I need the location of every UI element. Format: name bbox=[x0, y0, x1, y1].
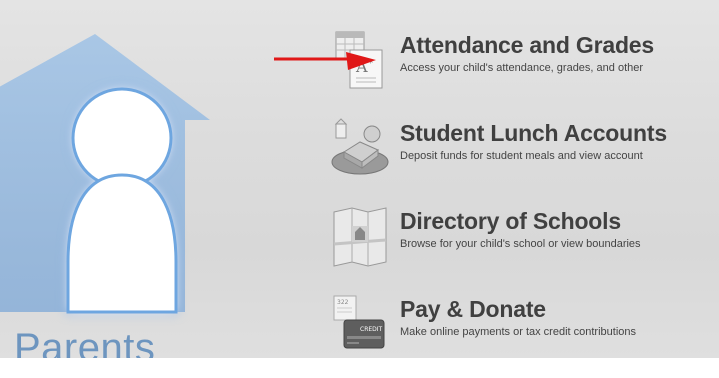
red-arrow-icon bbox=[274, 52, 376, 70]
parents-panel: Parents A * Attendance and Grades Access… bbox=[0, 0, 719, 358]
item-title[interactable]: Pay & Donate bbox=[400, 296, 546, 323]
card-label-text: CREDIT bbox=[360, 326, 383, 333]
receipt-number-text: 322 bbox=[337, 299, 349, 306]
item-title[interactable]: Attendance and Grades bbox=[400, 32, 654, 59]
menu-item-pay-donate[interactable]: 322 CREDIT Pay & Donate Make online paym… bbox=[330, 294, 719, 358]
item-description: Make online payments or tax credit contr… bbox=[400, 326, 637, 338]
item-title[interactable]: Student Lunch Accounts bbox=[400, 120, 667, 147]
map-icon[interactable] bbox=[330, 206, 390, 272]
credit-card-icon[interactable]: 322 CREDIT bbox=[330, 294, 390, 358]
parents-label[interactable]: Parents bbox=[14, 328, 155, 358]
item-description: Deposit funds for student meals and view… bbox=[400, 150, 643, 162]
menu-item-attendance-grades[interactable]: A * Attendance and Grades Access your ch… bbox=[330, 30, 719, 96]
item-title[interactable]: Directory of Schools bbox=[400, 208, 621, 235]
parent-home-icon[interactable] bbox=[0, 0, 260, 358]
item-description: Browse for your child's school or view b… bbox=[400, 238, 641, 250]
lunch-tray-icon[interactable] bbox=[330, 118, 390, 184]
menu-item-directory-schools[interactable]: Directory of Schools Browse for your chi… bbox=[330, 206, 719, 272]
item-description: Access your child's attendance, grades, … bbox=[400, 62, 644, 74]
page-bottom-strip bbox=[0, 358, 719, 378]
menu-item-lunch-accounts[interactable]: Student Lunch Accounts Deposit funds for… bbox=[330, 118, 719, 184]
